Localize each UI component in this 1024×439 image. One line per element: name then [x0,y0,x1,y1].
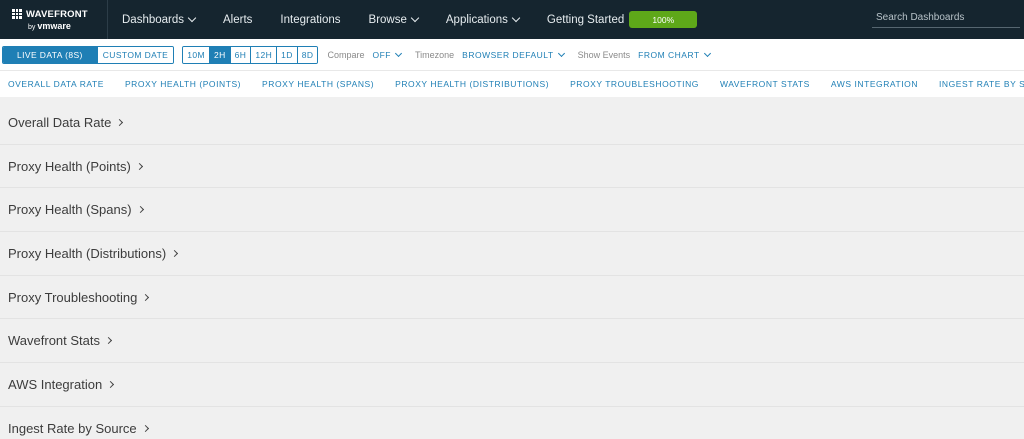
nav-item-applications[interactable]: Applications [432,0,533,39]
nav-item-label: Integrations [280,13,341,26]
section-title: Proxy Troubleshooting [8,289,138,305]
nav-item-label: Dashboards [122,13,185,26]
section-title: Ingest Rate by Source [8,420,137,436]
chevron-right-icon [107,380,115,389]
section-title: AWS Integration [8,376,103,392]
chevron-down-icon [187,13,197,22]
show-events-label: Show Events [577,49,631,60]
section-link-ingest-rate-by-source[interactable]: INGEST RATE BY SOURCE [939,79,1024,89]
chevron-down-icon [511,13,521,22]
chevron-right-icon [141,424,149,432]
range-12h-button[interactable]: 12H [251,46,278,63]
compare-label: Compare [327,49,365,60]
section-title: Overall Data Rate [8,114,112,130]
search-dashboards-input[interactable] [872,8,1020,28]
section-link-aws-integration[interactable]: AWS INTEGRATION [831,79,918,89]
section-link-wavefront-stats[interactable]: WAVEFRONT STATS [720,79,810,89]
nav-item-label: Getting Started [546,13,625,26]
chevron-down-icon [410,13,420,22]
section-wavefront-stats[interactable]: Wavefront Stats [0,319,1024,364]
main-nav: Dashboards Alerts Integrations Browse Applic… [108,0,711,39]
compare-dropdown[interactable]: OFF [372,49,403,60]
section-link-overall-data-rate[interactable]: OVERALL DATA RATE [8,79,104,89]
live-data-button[interactable]: LIVE DATA (8S) [3,46,98,63]
chevron-down-icon [557,49,565,57]
dashboard-sections: Overall Data Rate Proxy Health (Points) Pr… [0,97,1024,439]
section-title: Proxy Health (Spans) [8,202,132,218]
section-title: Proxy Health (Points) [8,158,131,174]
section-link-proxy-health-spans[interactable]: PROXY HEALTH (SPANS) [262,79,374,89]
timezone-label: Timezone [414,49,455,60]
chevron-right-icon [142,293,150,301]
chevron-right-icon [136,206,144,214]
section-overall-data-rate[interactable]: Overall Data Rate [0,101,1024,145]
chevron-right-icon [171,249,179,257]
brand-logo[interactable]: WAVEFRONT by vmware [0,0,108,39]
data-mode-toggle: LIVE DATA (8S) CUSTOM DATE [2,45,175,64]
nav-item-label: Alerts [223,13,253,26]
range-8d-button[interactable]: 8D [297,46,318,63]
section-link-proxy-health-points[interactable]: PROXY HEALTH (POINTS) [125,79,241,89]
range-2h-button[interactable]: 2H [209,46,231,63]
section-link-proxy-health-distributions[interactable]: PROXY HEALTH (DISTRIBUTIONS) [395,79,549,89]
nav-item-dashboards[interactable]: Dashboards [108,0,209,39]
brand-name: WAVEFRONT [26,8,88,20]
chevron-right-icon [116,118,124,126]
range-1d-button[interactable]: 1D [277,46,298,63]
custom-date-button[interactable]: CUSTOM DATE [97,46,174,63]
section-proxy-health-spans[interactable]: Proxy Health (Spans) [0,188,1024,233]
range-10m-button[interactable]: 10M [183,46,210,63]
top-navbar: WAVEFRONT by vmware Dashboards Alerts Inte… [0,0,1024,39]
timezone-dropdown[interactable]: BROWSER DEFAULT [462,49,565,60]
chevron-down-icon [394,49,403,57]
section-ingest-rate-by-source[interactable]: Ingest Rate by Source [0,407,1024,439]
chevron-down-icon [703,49,711,57]
chevron-right-icon [104,337,113,345]
time-toolbar: LIVE DATA (8S) CUSTOM DATE 10M 2H 6H 12H 1D 8… [0,39,1024,71]
section-proxy-health-distributions[interactable]: Proxy Health (Distributions) [0,232,1024,276]
section-link-proxy-troubleshooting[interactable]: PROXY TROUBLESHOOTING [570,79,699,89]
nav-item-integrations[interactable]: Integrations [266,0,354,39]
wavefront-logo-icon [12,9,22,19]
section-title: Wavefront Stats [8,333,100,349]
range-6h-button[interactable]: 6H [230,46,252,63]
nav-item-label: Browse [368,13,407,26]
brand-vendor: by vmware [28,20,71,31]
time-range-selector: 10M 2H 6H 12H 1D 8D [182,45,319,64]
chevron-right-icon [135,162,143,170]
nav-item-alerts[interactable]: Alerts [209,0,266,39]
section-title: Proxy Health (Distributions) [8,245,167,261]
show-events-dropdown[interactable]: FROM CHART [638,49,711,60]
nav-item-getting-started[interactable]: Getting Started 100% [533,0,711,39]
section-proxy-health-points[interactable]: Proxy Health (Points) [0,145,1024,189]
nav-item-label: Applications [445,13,508,26]
nav-item-browse[interactable]: Browse [355,0,432,39]
section-proxy-troubleshooting[interactable]: Proxy Troubleshooting [0,276,1024,320]
section-aws-integration[interactable]: AWS Integration [0,363,1024,407]
getting-started-progress: 100% [629,11,698,28]
section-jump-links: OVERALL DATA RATE PROXY HEALTH (POINTS) PR… [0,71,1024,97]
